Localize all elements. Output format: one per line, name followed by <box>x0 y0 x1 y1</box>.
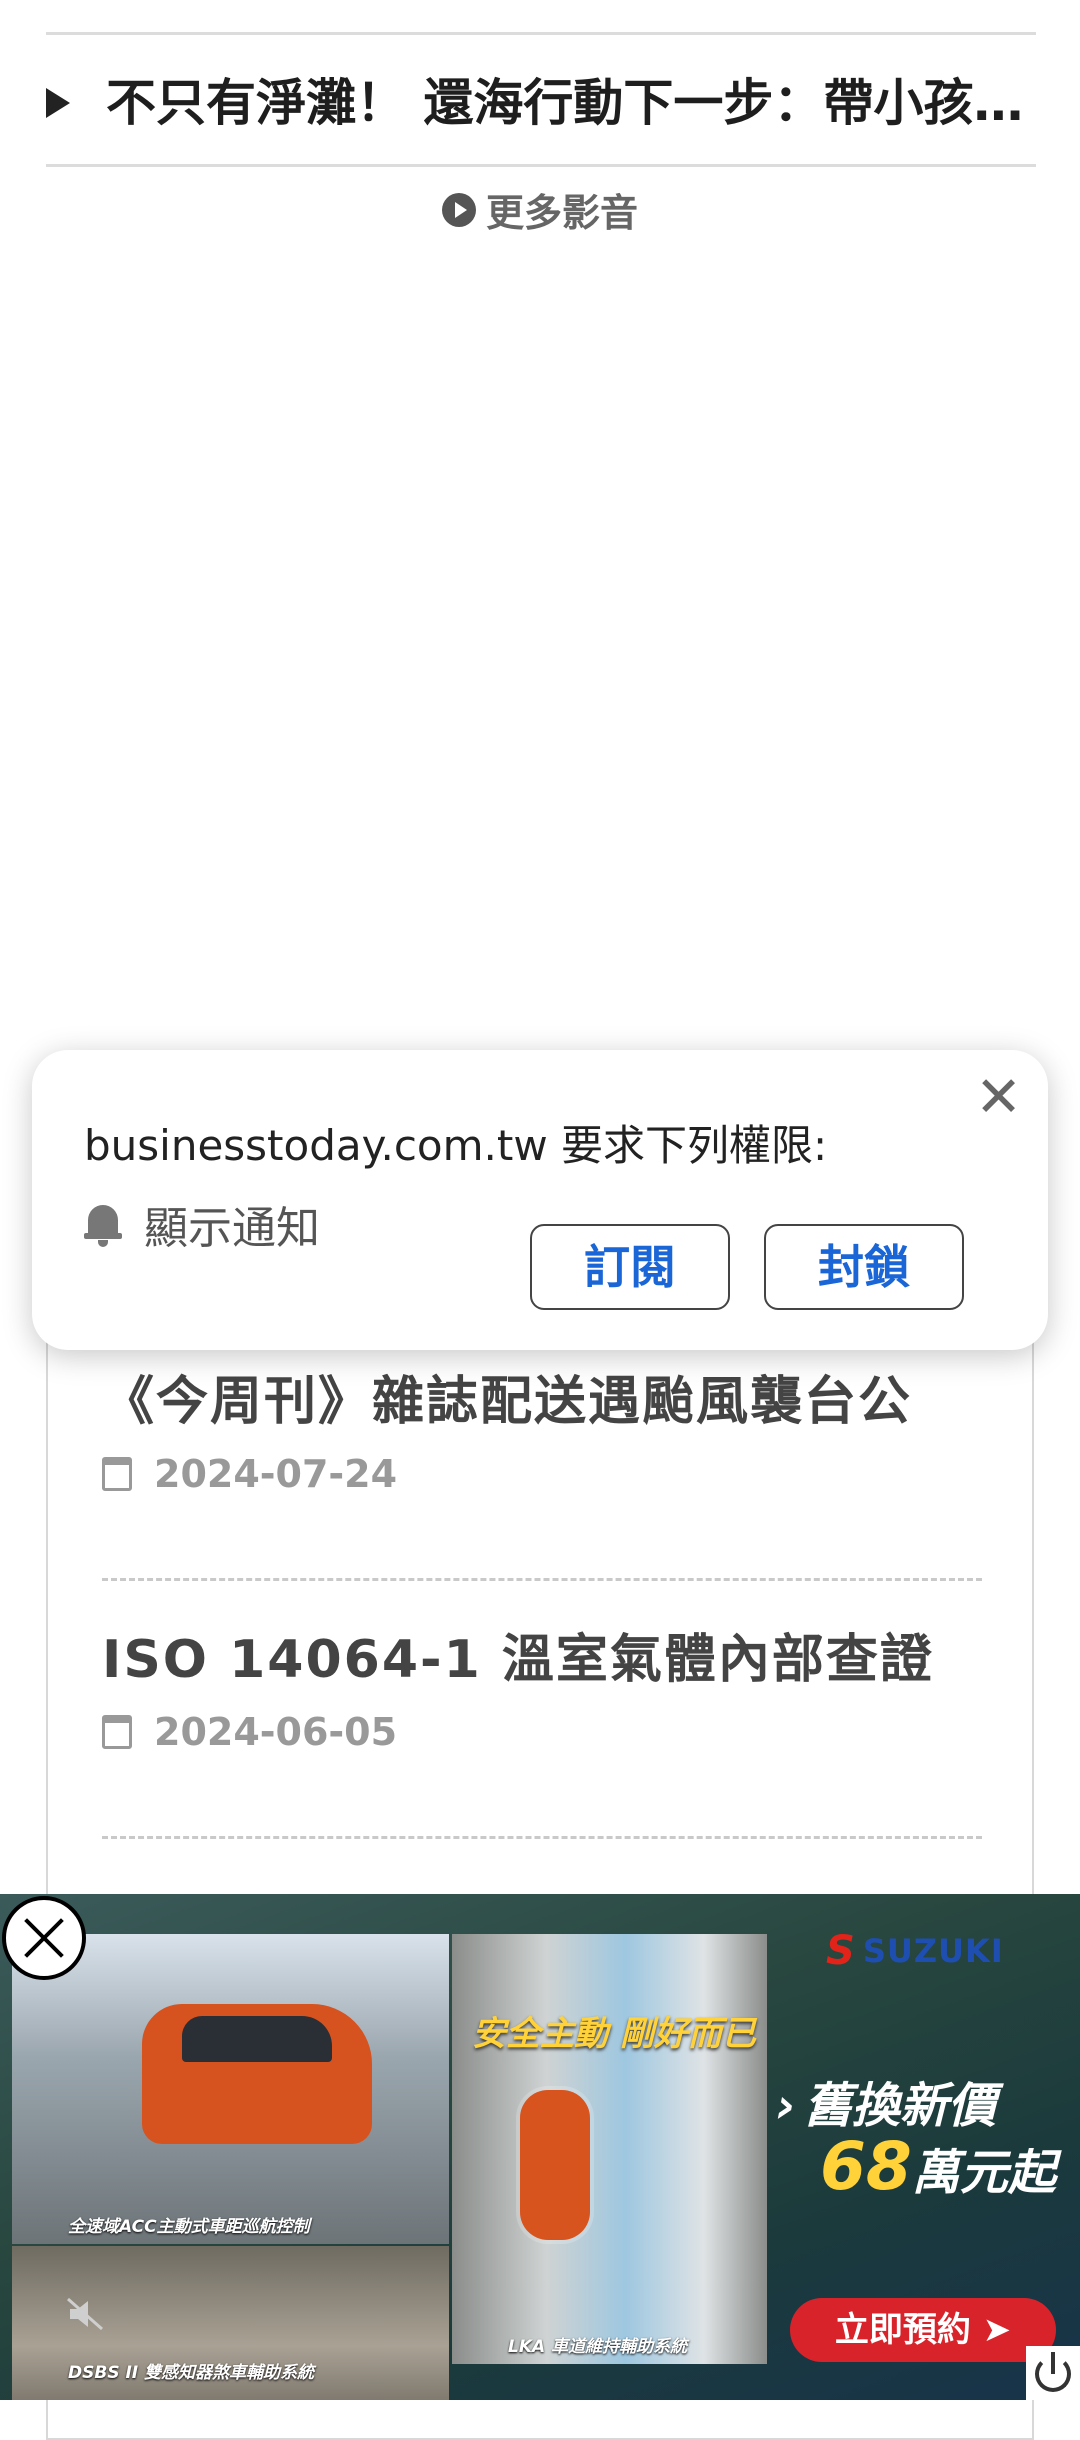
car-topview-illustration <box>520 2090 590 2240</box>
more-videos-label: 更多影音 <box>485 191 638 235</box>
ad-car-image: 全速域ACC主動式車距巡航控制 <box>12 1934 449 2244</box>
bell-icon <box>84 1201 122 1247</box>
subscribe-button[interactable]: 訂閱 <box>530 1224 730 1310</box>
play-circle-icon <box>441 192 476 227</box>
video-title: 不只有淨灘！ 還海行動下一步：帶小孩的海洋教育 <box>106 74 1026 132</box>
news-item[interactable]: ISO 14064-1 溫室氣體內部查證 2024-06-05 <box>102 1628 982 1754</box>
book-now-button[interactable]: 立即預約 ➤ <box>790 2298 1056 2362</box>
video-divider <box>46 164 1036 167</box>
ad-offer-line1: › 舊換新價 <box>776 2078 996 2134</box>
ad-lane-image: LKA 車道維持輔助系統 <box>452 1934 767 2364</box>
notification-permission-dialog: ✕ businesstoday.com.tw 要求下列權限: 顯示通知 訂閱 封… <box>32 1050 1048 1350</box>
chevron-right-icon: › <box>776 2078 796 2134</box>
block-button[interactable]: 封鎖 <box>764 1224 964 1310</box>
offer-number: 68 <box>820 2128 912 2205</box>
play-triangle-icon <box>46 88 70 118</box>
brand-name: SUZUKI <box>862 1932 1004 1970</box>
news-divider <box>102 1836 982 1839</box>
permission-request-title: businesstoday.com.tw 要求下列權限: <box>84 1121 828 1170</box>
ad-slogan: 安全主動 剛好而已 <box>472 2014 756 2054</box>
news-title[interactable]: 《今周刊》雜誌配送遇颱風襲台公 <box>102 1370 982 1434</box>
calendar-icon <box>102 1715 132 1749</box>
more-videos-link[interactable]: 更多影音 <box>0 182 1080 238</box>
ad-caption-acc: 全速域ACC主動式車距巡航控制 <box>68 2217 310 2237</box>
mute-icon[interactable] <box>66 2297 106 2331</box>
power-icon[interactable] <box>1026 2346 1080 2400</box>
car-window <box>182 2016 332 2062</box>
calendar-icon <box>102 1457 132 1491</box>
news-date: 2024-07-24 <box>154 1452 398 1496</box>
permission-label: 顯示通知 <box>144 1203 320 1254</box>
video-list-item[interactable]: 不只有淨灘！ 還海行動下一步：帶小孩的海洋教育 <box>0 33 1080 165</box>
news-date: 2024-06-05 <box>154 1710 398 1754</box>
ad-offer-line2: 68萬元起 <box>820 2128 1056 2205</box>
news-title[interactable]: ISO 14064-1 溫室氣體內部查證 <box>102 1628 982 1692</box>
ad-caption-dsbs: DSBS II 雙感知器煞車輔助系統 <box>68 2363 315 2383</box>
ad-banner[interactable]: 全速域ACC主動式車距巡航控制 DSBS II 雙感知器煞車輔助系統 LKA 車… <box>0 1894 1080 2400</box>
close-icon[interactable]: ✕ <box>975 1068 1022 1128</box>
suzuki-logo: S SUZUKI <box>826 1928 1004 1974</box>
suzuki-s-icon: S <box>826 1928 855 1974</box>
news-divider <box>102 1578 982 1581</box>
ad-caption-lka: LKA 車道維持輔助系統 <box>508 2337 688 2357</box>
offer-unit: 萬元起 <box>911 2145 1056 2201</box>
ad-close-icon[interactable] <box>2 1896 86 1980</box>
permission-item: 顯示通知 <box>84 1192 320 1256</box>
news-item[interactable]: 《今周刊》雜誌配送遇颱風襲台公 2024-07-24 <box>102 1370 982 1496</box>
